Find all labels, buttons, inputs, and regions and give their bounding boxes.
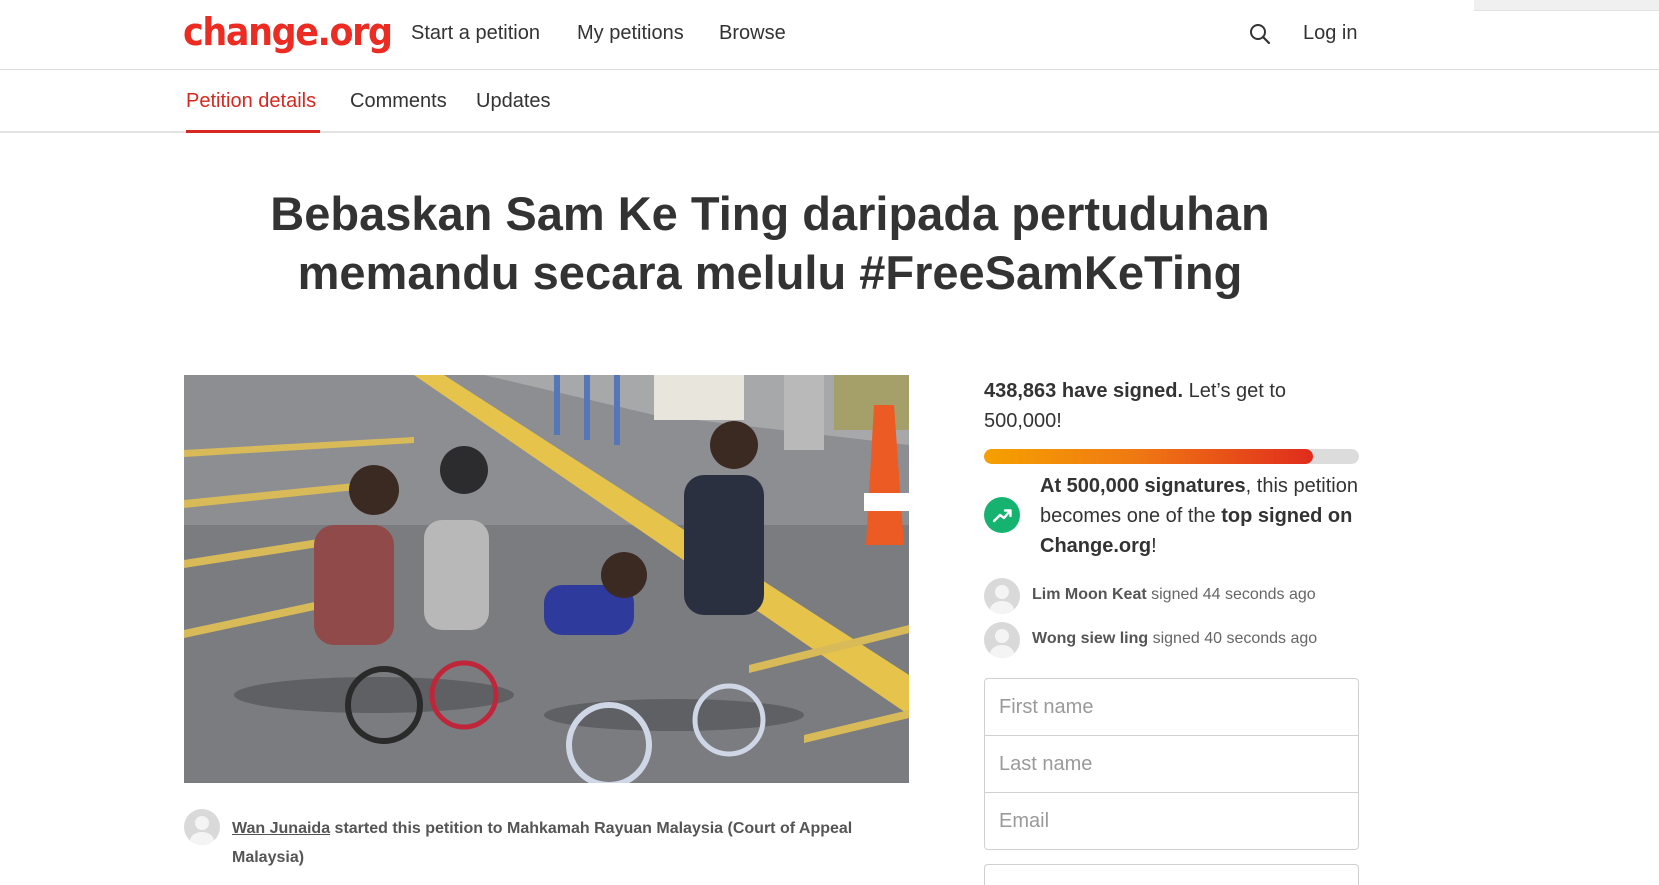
signer-time: signed 40 seconds ago [1148, 630, 1318, 647]
starter-name-link[interactable]: Wan Junaida [232, 820, 330, 837]
starter-avatar [184, 809, 220, 845]
petition-starter: Wan Junaida started this petition to Mah… [232, 814, 872, 872]
signer-name: Wong siew ling [1032, 630, 1149, 647]
last-name-input[interactable] [984, 735, 1359, 793]
signer-time: signed 44 seconds ago [1146, 586, 1316, 603]
tab-petition-details[interactable]: Petition details [186, 90, 316, 113]
site-header: change.org Start a petition My petitions… [0, 0, 1659, 70]
trending-up-icon [984, 497, 1020, 533]
signer-text: Lim Moon Keat signed 44 seconds ago [1032, 586, 1316, 604]
nav-browse[interactable]: Browse [719, 22, 786, 45]
active-tab-indicator [186, 130, 320, 133]
email-input[interactable] [984, 792, 1359, 850]
nav-start-petition[interactable]: Start a petition [411, 22, 540, 45]
nav-my-petitions[interactable]: My petitions [577, 22, 684, 45]
change-org-logo[interactable]: change.org [183, 10, 393, 54]
signature-progress-fill [984, 449, 1314, 464]
search-icon[interactable] [1248, 22, 1272, 46]
signature-count: 438,863 have signed. Let’s get to 500,00… [984, 376, 1364, 436]
tab-comments[interactable]: Comments [350, 90, 447, 113]
petition-title: Bebaskan Sam Ke Ting daripada pertuduhan… [270, 187, 1270, 299]
sign-form [984, 678, 1359, 850]
petition-tabs: Petition details Comments Updates [0, 70, 1659, 133]
recent-signer: Lim Moon Keat signed 44 seconds ago [984, 578, 1364, 614]
browser-extension-strip [1474, 0, 1659, 11]
signer-text: Wong siew ling signed 40 seconds ago [1032, 630, 1317, 648]
milestone-message: At 500,000 signatures, this petition bec… [1040, 471, 1360, 561]
petition-photo [184, 375, 909, 783]
signer-avatar [984, 578, 1020, 614]
signed-count-text: 438,863 have signed. [984, 380, 1184, 402]
signature-progress-bar [984, 449, 1359, 464]
signer-avatar [984, 622, 1020, 658]
milestone-goal: At 500,000 signatures [1040, 475, 1246, 497]
login-link[interactable]: Log in [1303, 22, 1358, 45]
first-name-input[interactable] [984, 678, 1359, 736]
signer-name: Lim Moon Keat [1032, 586, 1147, 603]
country-select[interactable] [984, 864, 1359, 885]
milestone-text-2: ! [1151, 535, 1157, 557]
recent-signer: Wong siew ling signed 40 seconds ago [984, 622, 1364, 658]
tab-updates[interactable]: Updates [476, 90, 551, 113]
